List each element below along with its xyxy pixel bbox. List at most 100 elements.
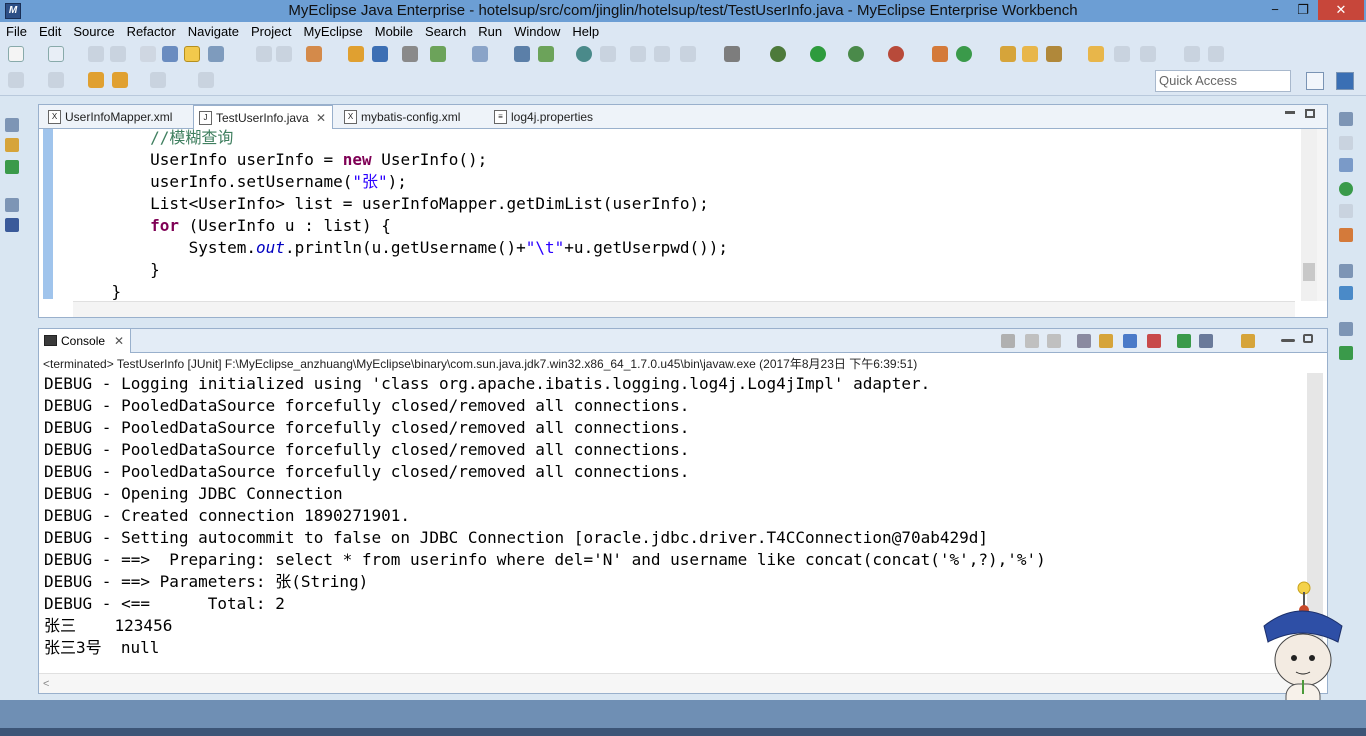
scroll-thumb[interactable]	[1303, 263, 1315, 281]
remove-all-icon[interactable]	[1047, 334, 1061, 348]
tab-usermapper-xml[interactable]: X UserInfoMapper.xml	[43, 105, 183, 129]
tab-mybatis-config-xml[interactable]: X mybatis-config.xml	[339, 105, 479, 129]
annotation-icon[interactable]	[1114, 46, 1130, 62]
open-folder-icon[interactable]	[1000, 46, 1016, 62]
bookmark-icon[interactable]	[1088, 46, 1104, 62]
console-horizontal-scrollbar[interactable]: <	[39, 673, 1307, 693]
menu-navigate[interactable]: Navigate	[182, 22, 245, 42]
new-package-icon[interactable]	[48, 46, 64, 62]
scroll-lock-icon[interactable]	[1077, 334, 1091, 348]
edit-icon[interactable]	[1046, 46, 1062, 62]
hierarchy-icon[interactable]	[5, 160, 19, 174]
lock-icon[interactable]	[402, 46, 418, 62]
menu-edit[interactable]: Edit	[33, 22, 67, 42]
restore-view-icon-right[interactable]	[1339, 112, 1353, 126]
forward-icon[interactable]	[150, 72, 166, 88]
new-file-icon[interactable]	[8, 46, 24, 62]
restore-view-icon[interactable]	[5, 118, 19, 132]
menu-refactor[interactable]: Refactor	[121, 22, 182, 42]
tools-icon[interactable]	[208, 46, 224, 62]
minimize-editor-icon[interactable]	[1285, 111, 1295, 114]
snippets-icon[interactable]	[1339, 228, 1353, 242]
package-explorer-icon[interactable]	[5, 138, 19, 152]
new-class-icon[interactable]	[932, 46, 948, 62]
junit-icon[interactable]	[1339, 346, 1353, 360]
code-line[interactable]: userInfo.setUsername("张");	[73, 171, 407, 193]
web-browser-icon[interactable]	[1339, 182, 1353, 196]
image-preview-icon[interactable]	[5, 218, 19, 232]
frame-icon[interactable]	[654, 46, 670, 62]
view-icon[interactable]	[680, 46, 696, 62]
code-line[interactable]: //模糊查询	[73, 129, 233, 149]
quick-access-input[interactable]: Quick Access	[1155, 70, 1291, 92]
remove-launch-icon[interactable]	[1025, 334, 1039, 348]
deploy-icon[interactable]	[348, 46, 364, 62]
open-type-icon[interactable]	[162, 46, 178, 62]
restore-view-icon-right-3[interactable]	[1339, 322, 1353, 336]
server-icon[interactable]	[306, 46, 322, 62]
web-icon[interactable]	[430, 46, 446, 62]
undo-icon[interactable]	[256, 46, 272, 62]
pen-icon[interactable]	[1140, 46, 1156, 62]
menu-help[interactable]: Help	[566, 22, 605, 42]
structure-icon[interactable]	[1339, 286, 1353, 300]
maximize-console-icon[interactable]	[1303, 334, 1313, 343]
external-tools-icon[interactable]	[888, 46, 904, 62]
toggle-mark-icon[interactable]	[184, 46, 200, 62]
minimize-console-icon[interactable]	[1281, 339, 1295, 342]
menu-source[interactable]: Source	[67, 22, 120, 42]
pin-editor-icon[interactable]	[198, 72, 214, 88]
open-perspective-icon[interactable]	[1306, 72, 1324, 90]
task-list-icon[interactable]	[1339, 158, 1353, 172]
menu-search[interactable]: Search	[419, 22, 472, 42]
debug-icon[interactable]	[770, 46, 786, 62]
close-console-icon[interactable]: ✕	[114, 329, 124, 353]
outline-icon[interactable]	[1339, 136, 1353, 150]
word-wrap-icon[interactable]	[1123, 334, 1137, 348]
folder-icon[interactable]	[1022, 46, 1038, 62]
display-console-icon[interactable]	[1199, 334, 1213, 348]
myeclipse-perspective-icon[interactable]	[1336, 72, 1354, 90]
layout-icon[interactable]	[514, 46, 530, 62]
menu-run[interactable]: Run	[472, 22, 508, 42]
image-icon[interactable]	[630, 46, 646, 62]
grid-icon[interactable]	[600, 46, 616, 62]
maximize-editor-icon[interactable]	[1305, 109, 1315, 118]
new-wizard-icon[interactable]	[956, 46, 972, 62]
save-icon[interactable]	[88, 46, 104, 62]
last-edit-icon[interactable]	[88, 72, 104, 88]
pin-console-icon[interactable]	[1177, 334, 1191, 348]
properties-icon[interactable]	[1339, 204, 1353, 218]
code-line[interactable]: System.out.println(u.getUsername()+"\t"+…	[73, 237, 728, 259]
save-all-icon[interactable]	[110, 46, 126, 62]
redo-icon[interactable]	[276, 46, 292, 62]
print-icon[interactable]	[140, 46, 156, 62]
paragraph-icon[interactable]	[1208, 46, 1224, 62]
restore-view-icon-2[interactable]	[5, 198, 19, 212]
code-line[interactable]: for (UserInfo u : list) {	[73, 215, 391, 237]
minimize-button[interactable]: −	[1262, 0, 1288, 20]
tab-console[interactable]: Console ✕	[39, 329, 131, 353]
terminate-icon[interactable]	[1001, 334, 1015, 348]
menu-project[interactable]: Project	[245, 22, 297, 42]
restore-view-icon-right-2[interactable]	[1339, 264, 1353, 278]
menu-mobile[interactable]: Mobile	[369, 22, 419, 42]
editor-horizontal-scrollbar[interactable]	[73, 301, 1295, 317]
open-console-icon[interactable]	[1241, 334, 1255, 348]
previous-annotation-icon[interactable]	[48, 72, 64, 88]
menu-window[interactable]: Window	[508, 22, 566, 42]
coverage-icon[interactable]	[848, 46, 864, 62]
close-window-button[interactable]: ✕	[1318, 0, 1364, 20]
code-editor[interactable]: X UserInfoMapper.xml J TestUserInfo.java…	[38, 104, 1328, 318]
show-on-output-icon[interactable]	[1147, 334, 1161, 348]
package-icon[interactable]	[372, 46, 388, 62]
code-area[interactable]: //模糊查询 UserInfo userInfo = new UserInfo(…	[73, 129, 1295, 301]
code-line[interactable]: List<UserInfo> list = userInfoMapper.get…	[73, 193, 709, 215]
back-icon[interactable]	[112, 72, 128, 88]
globe-icon[interactable]	[576, 46, 592, 62]
tab-testuserinfo-java[interactable]: J TestUserInfo.java ✕	[193, 105, 333, 129]
block-icon[interactable]	[1184, 46, 1200, 62]
close-tab-icon[interactable]: ✕	[316, 106, 326, 130]
tab-log4j-properties[interactable]: ≡ log4j.properties	[489, 105, 629, 129]
search-icon[interactable]	[472, 46, 488, 62]
